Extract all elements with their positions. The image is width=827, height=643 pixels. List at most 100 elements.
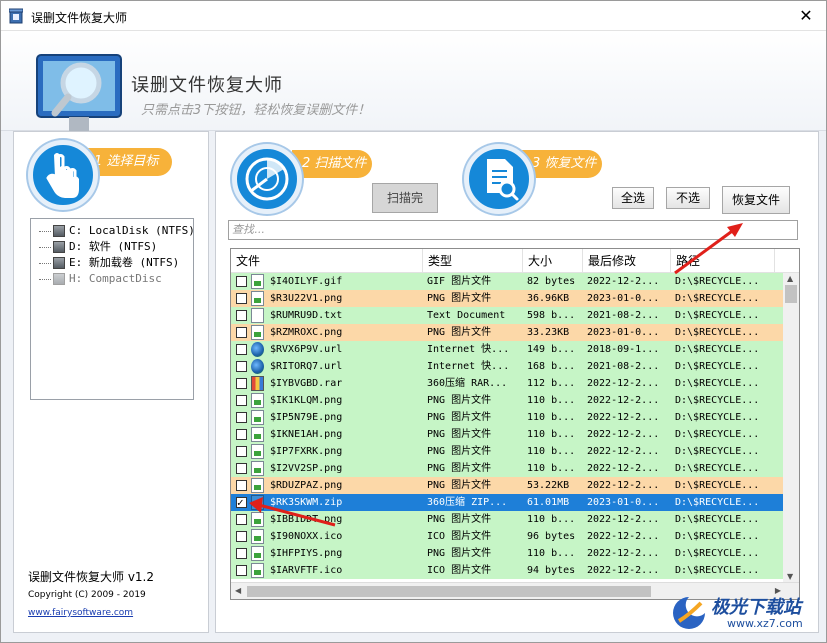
cell-size: 36.96KB <box>527 293 570 304</box>
cell-size: 168 b... <box>527 361 576 372</box>
vertical-scrollbar[interactable]: ▲ ▼ <box>783 273 799 583</box>
table-row[interactable]: $IARVFTF.ico ICO 图片文件 94 bytes 2022-12-2...… <box>231 562 785 579</box>
row-checkbox[interactable] <box>236 565 247 576</box>
search-input[interactable]: 查找... <box>228 220 798 240</box>
drive-tree[interactable]: C: LocalDisk (NTFS) D: 软件 (NTFS) E: 新加载卷… <box>30 218 195 400</box>
img-file-icon <box>251 410 264 425</box>
table-row[interactable]: $IP5N79E.png PNG 图片文件 110 b... 2022-12-2...… <box>231 409 785 426</box>
drive-item-e[interactable]: E: 新加载卷 (NTFS) <box>39 255 179 271</box>
cell-path: D:\$RECYCLE... <box>675 565 760 576</box>
table-row[interactable]: $IYBVGBD.rar 360压缩 RAR... 112 b... 2022-12-… <box>231 375 785 392</box>
cell-modified: 2022-12-2... <box>587 480 660 491</box>
select-none-button[interactable]: 不选 <box>666 187 710 209</box>
vertical-scroll-thumb[interactable] <box>785 285 797 303</box>
column-header-modified[interactable]: 最后修改 <box>583 249 671 273</box>
table-row[interactable]: $RK3SKWM.zip 360压缩 ZIP... 61.01MB 2023-01-0… <box>231 494 785 511</box>
table-row[interactable]: $RVX6P9V.url Internet 快... 149 b... 2018-09… <box>231 341 785 358</box>
cell-name: $I90NOXX.ico <box>270 531 343 542</box>
row-checkbox[interactable] <box>236 378 247 389</box>
cell-type: 360压缩 ZIP... <box>427 497 508 508</box>
drive-item-h[interactable]: H: CompactDisc <box>39 271 162 287</box>
cell-modified: 2021-08-2... <box>587 310 660 321</box>
close-button[interactable]: ✕ <box>786 1 826 31</box>
file-table: 文件 类型 大小 最后修改 路径 $I4OILYF.gif GIF 图片文件 82 … <box>230 248 800 600</box>
cell-type: PNG 图片文件 <box>427 293 492 304</box>
row-checkbox[interactable] <box>236 531 247 542</box>
cell-size: 94 bytes <box>527 565 576 576</box>
row-checkbox[interactable] <box>236 514 247 525</box>
img-file-icon <box>251 291 264 306</box>
cell-type: PNG 图片文件 <box>427 548 492 559</box>
table-row[interactable]: $RUMRU9D.txt Text Document 598 b... 2021-08… <box>231 307 785 324</box>
row-checkbox[interactable] <box>236 293 247 304</box>
cell-modified: 2018-09-1... <box>587 344 660 355</box>
cell-type: ICO 图片文件 <box>427 565 492 576</box>
table-row[interactable]: $RITORQ7.url Internet 快... 168 b... 2021-08… <box>231 358 785 375</box>
row-checkbox[interactable] <box>236 412 247 423</box>
horizontal-scroll-thumb[interactable] <box>247 586 651 597</box>
table-row[interactable]: $IHFPIYS.png PNG 图片文件 110 b... 2022-12-2...… <box>231 545 785 562</box>
drive-item-d[interactable]: D: 软件 (NTFS) <box>39 239 157 255</box>
app-title: 误删文件恢复大师 <box>131 75 283 96</box>
website-link[interactable]: www.fairysoftware.com <box>28 608 133 618</box>
row-checkbox[interactable] <box>236 446 247 457</box>
img-file-icon <box>251 461 264 476</box>
column-header-path[interactable]: 路径 <box>671 249 775 273</box>
row-checkbox[interactable] <box>236 327 247 338</box>
url-file-icon <box>251 359 264 374</box>
cell-name: $IYBVGBD.rar <box>270 378 343 389</box>
step2-label: 2 扫描文件 <box>292 150 372 178</box>
row-checkbox[interactable] <box>236 344 247 355</box>
app-window: 误删文件恢复大师 ✕ 误删文件恢复大师 只需点击3下按钮，轻松恢复误删文件！ 1… <box>0 0 827 643</box>
scroll-up-arrow-icon[interactable]: ▲ <box>787 273 793 285</box>
cell-type: Internet 快... <box>427 361 510 372</box>
table-row[interactable]: $I90NOXX.ico ICO 图片文件 96 bytes 2022-12-2...… <box>231 528 785 545</box>
step1-circle <box>28 140 98 210</box>
cell-modified: 2022-12-2... <box>587 276 660 287</box>
row-checkbox[interactable] <box>236 361 247 372</box>
row-checkbox[interactable] <box>236 463 247 474</box>
table-row[interactable]: $IK1KLQM.png PNG 图片文件 110 b... 2022-12-2...… <box>231 392 785 409</box>
table-row[interactable]: $IBBIDDT.png PNG 图片文件 110 b... 2022-12-2...… <box>231 511 785 528</box>
cell-size: 110 b... <box>527 548 576 559</box>
drive-item-c[interactable]: C: LocalDisk (NTFS) <box>39 223 195 239</box>
table-row[interactable]: $IKNE1AH.png PNG 图片文件 110 b... 2022-12-2...… <box>231 426 785 443</box>
table-row[interactable]: $I2VV2SP.png PNG 图片文件 110 b... 2022-12-2...… <box>231 460 785 477</box>
row-checkbox[interactable] <box>236 548 247 559</box>
cell-path: D:\$RECYCLE... <box>675 395 760 406</box>
table-row[interactable]: $RZMROXC.png PNG 图片文件 33.23KB 2023-01-0... D… <box>231 324 785 341</box>
scroll-left-arrow-icon[interactable]: ◀ <box>235 585 241 597</box>
cell-type: Internet 快... <box>427 344 510 355</box>
row-checkbox[interactable] <box>236 494 247 511</box>
txt-file-icon <box>251 308 264 323</box>
watermark-url: www.xz7.com <box>727 617 803 630</box>
cell-name: $RUMRU9D.txt <box>270 310 343 321</box>
cell-size: 33.23KB <box>527 327 570 338</box>
row-checkbox[interactable] <box>236 480 247 491</box>
recover-files-button[interactable]: 恢复文件 <box>722 186 790 214</box>
cell-type: PNG 图片文件 <box>427 395 492 406</box>
cell-name: $IBBIDDT.png <box>270 514 343 525</box>
row-checkbox[interactable] <box>236 276 247 287</box>
cell-type: PNG 图片文件 <box>427 412 492 423</box>
cell-type: PNG 图片文件 <box>427 480 492 491</box>
column-header-file[interactable]: 文件 <box>231 249 423 273</box>
img-file-icon <box>251 444 264 459</box>
table-row[interactable]: $R3U22V1.png PNG 图片文件 36.96KB 2023-01-0... D… <box>231 290 785 307</box>
pointing-hand-icon <box>46 153 79 198</box>
cell-size: 110 b... <box>527 395 576 406</box>
column-header-type[interactable]: 类型 <box>423 249 523 273</box>
table-row[interactable]: $I4OILYF.gif GIF 图片文件 82 bytes 2022-12-2...… <box>231 273 785 290</box>
select-all-button[interactable]: 全选 <box>612 187 654 209</box>
column-header-size[interactable]: 大小 <box>523 249 583 273</box>
watermark-text: 极光下载站 <box>711 597 801 618</box>
row-checkbox[interactable] <box>236 429 247 440</box>
row-checkbox[interactable] <box>236 310 247 321</box>
copyright-text: Copyright (C) 2009 - 2019 <box>28 590 146 600</box>
cell-type: Text Document <box>427 310 506 321</box>
cell-name: $IP7FXRK.png <box>270 446 343 457</box>
scan-button[interactable]: 扫描完 <box>372 183 438 213</box>
table-row[interactable]: $IP7FXRK.png PNG 图片文件 110 b... 2022-12-2...… <box>231 443 785 460</box>
table-row[interactable]: $RDUZPAZ.png PNG 图片文件 53.22KB 2022-12-2... D… <box>231 477 785 494</box>
row-checkbox[interactable] <box>236 395 247 406</box>
